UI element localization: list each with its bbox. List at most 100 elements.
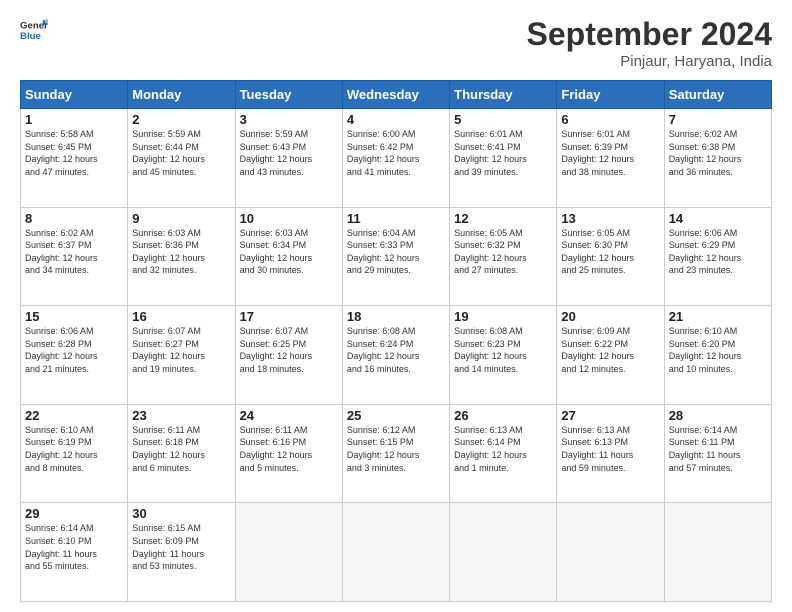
day-number: 16 — [132, 309, 230, 324]
day-info: Sunrise: 6:15 AMSunset: 6:09 PMDaylight:… — [132, 522, 230, 572]
header-monday: Monday — [128, 81, 235, 109]
day-number: 28 — [669, 408, 767, 423]
day-number: 20 — [561, 309, 659, 324]
day-number: 12 — [454, 211, 552, 226]
logo: General Blue — [20, 16, 48, 44]
day-info: Sunrise: 5:59 AMSunset: 6:44 PMDaylight:… — [132, 128, 230, 178]
day-info: Sunrise: 6:08 AMSunset: 6:23 PMDaylight:… — [454, 325, 552, 375]
month-title: September 2024 — [527, 16, 772, 53]
table-row: 3Sunrise: 5:59 AMSunset: 6:43 PMDaylight… — [235, 109, 342, 208]
day-info: Sunrise: 6:07 AMSunset: 6:25 PMDaylight:… — [240, 325, 338, 375]
day-info: Sunrise: 6:12 AMSunset: 6:15 PMDaylight:… — [347, 424, 445, 474]
day-number: 2 — [132, 112, 230, 127]
day-number: 13 — [561, 211, 659, 226]
header-thursday: Thursday — [450, 81, 557, 109]
location: Pinjaur, Haryana, India — [527, 53, 772, 70]
day-number: 15 — [25, 309, 123, 324]
day-number: 3 — [240, 112, 338, 127]
day-number: 10 — [240, 211, 338, 226]
day-info: Sunrise: 6:05 AMSunset: 6:30 PMDaylight:… — [561, 227, 659, 277]
day-info: Sunrise: 6:01 AMSunset: 6:39 PMDaylight:… — [561, 128, 659, 178]
day-number: 4 — [347, 112, 445, 127]
day-number: 8 — [25, 211, 123, 226]
day-info: Sunrise: 6:06 AMSunset: 6:28 PMDaylight:… — [25, 325, 123, 375]
day-number: 18 — [347, 309, 445, 324]
table-row — [450, 503, 557, 602]
table-row: 26Sunrise: 6:13 AMSunset: 6:14 PMDayligh… — [450, 404, 557, 503]
day-info: Sunrise: 6:02 AMSunset: 6:37 PMDaylight:… — [25, 227, 123, 277]
table-row: 28Sunrise: 6:14 AMSunset: 6:11 PMDayligh… — [664, 404, 771, 503]
table-row: 22Sunrise: 6:10 AMSunset: 6:19 PMDayligh… — [21, 404, 128, 503]
day-number: 19 — [454, 309, 552, 324]
table-row: 23Sunrise: 6:11 AMSunset: 6:18 PMDayligh… — [128, 404, 235, 503]
calendar-week-row: 8Sunrise: 6:02 AMSunset: 6:37 PMDaylight… — [21, 207, 772, 306]
day-info: Sunrise: 6:11 AMSunset: 6:16 PMDaylight:… — [240, 424, 338, 474]
table-row: 5Sunrise: 6:01 AMSunset: 6:41 PMDaylight… — [450, 109, 557, 208]
day-info: Sunrise: 6:00 AMSunset: 6:42 PMDaylight:… — [347, 128, 445, 178]
table-row — [342, 503, 449, 602]
day-info: Sunrise: 6:13 AMSunset: 6:13 PMDaylight:… — [561, 424, 659, 474]
day-number: 29 — [25, 506, 123, 521]
day-info: Sunrise: 6:05 AMSunset: 6:32 PMDaylight:… — [454, 227, 552, 277]
logo-icon: General Blue — [20, 16, 48, 44]
day-info: Sunrise: 6:11 AMSunset: 6:18 PMDaylight:… — [132, 424, 230, 474]
day-number: 7 — [669, 112, 767, 127]
table-row: 6Sunrise: 6:01 AMSunset: 6:39 PMDaylight… — [557, 109, 664, 208]
day-info: Sunrise: 5:58 AMSunset: 6:45 PMDaylight:… — [25, 128, 123, 178]
header-saturday: Saturday — [664, 81, 771, 109]
table-row: 8Sunrise: 6:02 AMSunset: 6:37 PMDaylight… — [21, 207, 128, 306]
calendar-header-row: Sunday Monday Tuesday Wednesday Thursday… — [21, 81, 772, 109]
day-number: 22 — [25, 408, 123, 423]
day-info: Sunrise: 6:06 AMSunset: 6:29 PMDaylight:… — [669, 227, 767, 277]
day-number: 25 — [347, 408, 445, 423]
day-number: 11 — [347, 211, 445, 226]
day-info: Sunrise: 6:10 AMSunset: 6:19 PMDaylight:… — [25, 424, 123, 474]
day-number: 24 — [240, 408, 338, 423]
header-friday: Friday — [557, 81, 664, 109]
table-row: 30Sunrise: 6:15 AMSunset: 6:09 PMDayligh… — [128, 503, 235, 602]
day-info: Sunrise: 6:08 AMSunset: 6:24 PMDaylight:… — [347, 325, 445, 375]
day-info: Sunrise: 6:02 AMSunset: 6:38 PMDaylight:… — [669, 128, 767, 178]
day-number: 1 — [25, 112, 123, 127]
table-row: 1Sunrise: 5:58 AMSunset: 6:45 PMDaylight… — [21, 109, 128, 208]
day-info: Sunrise: 6:10 AMSunset: 6:20 PMDaylight:… — [669, 325, 767, 375]
calendar-week-row: 29Sunrise: 6:14 AMSunset: 6:10 PMDayligh… — [21, 503, 772, 602]
table-row: 27Sunrise: 6:13 AMSunset: 6:13 PMDayligh… — [557, 404, 664, 503]
day-number: 23 — [132, 408, 230, 423]
table-row: 25Sunrise: 6:12 AMSunset: 6:15 PMDayligh… — [342, 404, 449, 503]
table-row — [664, 503, 771, 602]
table-row: 19Sunrise: 6:08 AMSunset: 6:23 PMDayligh… — [450, 306, 557, 405]
day-number: 17 — [240, 309, 338, 324]
day-info: Sunrise: 6:09 AMSunset: 6:22 PMDaylight:… — [561, 325, 659, 375]
table-row — [235, 503, 342, 602]
day-info: Sunrise: 6:03 AMSunset: 6:36 PMDaylight:… — [132, 227, 230, 277]
day-info: Sunrise: 6:13 AMSunset: 6:14 PMDaylight:… — [454, 424, 552, 474]
day-info: Sunrise: 6:14 AMSunset: 6:11 PMDaylight:… — [669, 424, 767, 474]
day-number: 30 — [132, 506, 230, 521]
day-info: Sunrise: 6:03 AMSunset: 6:34 PMDaylight:… — [240, 227, 338, 277]
day-number: 27 — [561, 408, 659, 423]
calendar-week-row: 22Sunrise: 6:10 AMSunset: 6:19 PMDayligh… — [21, 404, 772, 503]
table-row: 17Sunrise: 6:07 AMSunset: 6:25 PMDayligh… — [235, 306, 342, 405]
table-row: 13Sunrise: 6:05 AMSunset: 6:30 PMDayligh… — [557, 207, 664, 306]
svg-text:Blue: Blue — [20, 31, 41, 42]
day-number: 5 — [454, 112, 552, 127]
table-row: 24Sunrise: 6:11 AMSunset: 6:16 PMDayligh… — [235, 404, 342, 503]
table-row: 10Sunrise: 6:03 AMSunset: 6:34 PMDayligh… — [235, 207, 342, 306]
table-row: 29Sunrise: 6:14 AMSunset: 6:10 PMDayligh… — [21, 503, 128, 602]
calendar-week-row: 15Sunrise: 6:06 AMSunset: 6:28 PMDayligh… — [21, 306, 772, 405]
header-wednesday: Wednesday — [342, 81, 449, 109]
table-row — [557, 503, 664, 602]
day-info: Sunrise: 6:14 AMSunset: 6:10 PMDaylight:… — [25, 522, 123, 572]
table-row: 4Sunrise: 6:00 AMSunset: 6:42 PMDaylight… — [342, 109, 449, 208]
table-row: 18Sunrise: 6:08 AMSunset: 6:24 PMDayligh… — [342, 306, 449, 405]
table-row: 7Sunrise: 6:02 AMSunset: 6:38 PMDaylight… — [664, 109, 771, 208]
day-number: 14 — [669, 211, 767, 226]
table-row: 9Sunrise: 6:03 AMSunset: 6:36 PMDaylight… — [128, 207, 235, 306]
page: General Blue September 2024 Pinjaur, Har… — [0, 0, 792, 612]
table-row: 11Sunrise: 6:04 AMSunset: 6:33 PMDayligh… — [342, 207, 449, 306]
calendar-week-row: 1Sunrise: 5:58 AMSunset: 6:45 PMDaylight… — [21, 109, 772, 208]
title-block: September 2024 Pinjaur, Haryana, India — [527, 16, 772, 70]
table-row: 20Sunrise: 6:09 AMSunset: 6:22 PMDayligh… — [557, 306, 664, 405]
day-number: 21 — [669, 309, 767, 324]
